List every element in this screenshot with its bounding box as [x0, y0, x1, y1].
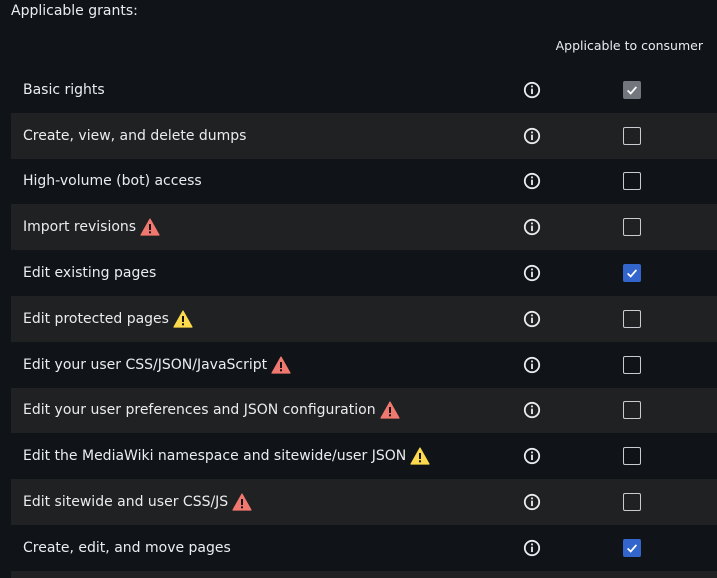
applicable-checkbox[interactable] [623, 309, 641, 328]
info-icon[interactable] [523, 127, 541, 145]
applicable-checkbox[interactable] [623, 218, 641, 237]
grant-row: High-volume (bot) access [11, 159, 717, 205]
grant-label-text: Edit sitewide and user CSS/JS [23, 494, 229, 511]
grant-row: Create, view, and delete dumps [11, 112, 717, 159]
applicable-checkbox[interactable] [623, 493, 641, 512]
warning-icon [140, 218, 160, 236]
warning-icon [232, 493, 252, 511]
applicable-checkbox[interactable] [623, 126, 641, 145]
grant-label: Edit the MediaWiki namespace and sitewid… [23, 447, 430, 465]
warning-icon [173, 310, 193, 328]
grant-row: Edit existing pages [11, 250, 717, 296]
applicable-checkbox[interactable] [623, 172, 641, 191]
grant-label-text: Edit protected pages [23, 310, 169, 327]
info-icon[interactable] [523, 310, 541, 328]
grant-label-text: Basic rights [23, 81, 105, 98]
warning-icon [271, 356, 291, 374]
applicable-checkbox[interactable] [623, 447, 641, 466]
info-icon[interactable] [523, 81, 541, 99]
info-icon[interactable] [523, 264, 541, 282]
info-icon[interactable] [523, 447, 541, 465]
grant-label-text: Create, edit, and move pages [23, 539, 231, 556]
applicable-checkbox[interactable] [623, 401, 641, 420]
grant-row: Edit protected pages [11, 295, 717, 342]
warning-icon [379, 401, 400, 420]
warning-icon [410, 447, 430, 465]
info-icon[interactable] [523, 401, 541, 419]
grants-panel: Applicable grants: Applicable to consume… [0, 0, 717, 578]
column-header-applicable: Applicable to consumer [555, 38, 703, 53]
next-row-partial [11, 571, 717, 578]
grant-label-text: Import revisions [23, 219, 137, 236]
applicable-checkbox[interactable] [623, 538, 641, 557]
grant-label: Edit protected pages [23, 310, 193, 328]
grant-label: Create, view, and delete dumps [23, 128, 246, 144]
grant-label: Edit sitewide and user CSS/JS [23, 493, 252, 511]
applicable-checkbox [623, 80, 641, 99]
grant-row: Edit your user CSS/JSON/JavaScript [11, 342, 717, 388]
info-icon[interactable] [523, 493, 541, 511]
grant-label: High-volume (bot) access [23, 173, 202, 189]
grants-table: Basic rights Create, view, and delete dum… [11, 67, 717, 571]
grant-row: Edit sitewide and user CSS/JS [11, 479, 717, 525]
grant-label-text: Create, view, and delete dumps [23, 127, 247, 144]
section-title: Applicable grants: [11, 3, 138, 19]
grant-row: Create, edit, and move pages [11, 525, 717, 571]
grant-label-text: High-volume (bot) access [23, 173, 202, 190]
grant-label-text: Edit your user preferences and JSON conf… [23, 402, 376, 419]
applicable-checkbox[interactable] [623, 264, 641, 283]
grant-label: Import revisions [23, 218, 160, 236]
info-icon[interactable] [523, 539, 541, 557]
info-icon[interactable] [523, 172, 541, 190]
grant-row: Import revisions [11, 204, 717, 251]
grant-label-text: Edit existing pages [23, 265, 157, 282]
grant-row: Edit the MediaWiki namespace and sitewid… [11, 433, 717, 479]
grant-label: Edit your user preferences and JSON conf… [23, 401, 400, 420]
info-icon[interactable] [523, 356, 541, 374]
grant-label: Edit your user CSS/JSON/JavaScript [23, 356, 291, 374]
grant-label-text: Edit your user CSS/JSON/JavaScript [23, 356, 268, 373]
grant-row: Basic rights [11, 67, 717, 113]
grant-label: Basic rights [23, 82, 105, 98]
applicable-checkbox[interactable] [623, 355, 641, 374]
grant-row: Edit your user preferences and JSON conf… [11, 387, 717, 434]
grant-label: Edit existing pages [23, 265, 156, 281]
info-icon[interactable] [523, 218, 541, 236]
grant-label-text: Edit the MediaWiki namespace and sitewid… [23, 448, 407, 465]
grant-label: Create, edit, and move pages [23, 540, 231, 556]
